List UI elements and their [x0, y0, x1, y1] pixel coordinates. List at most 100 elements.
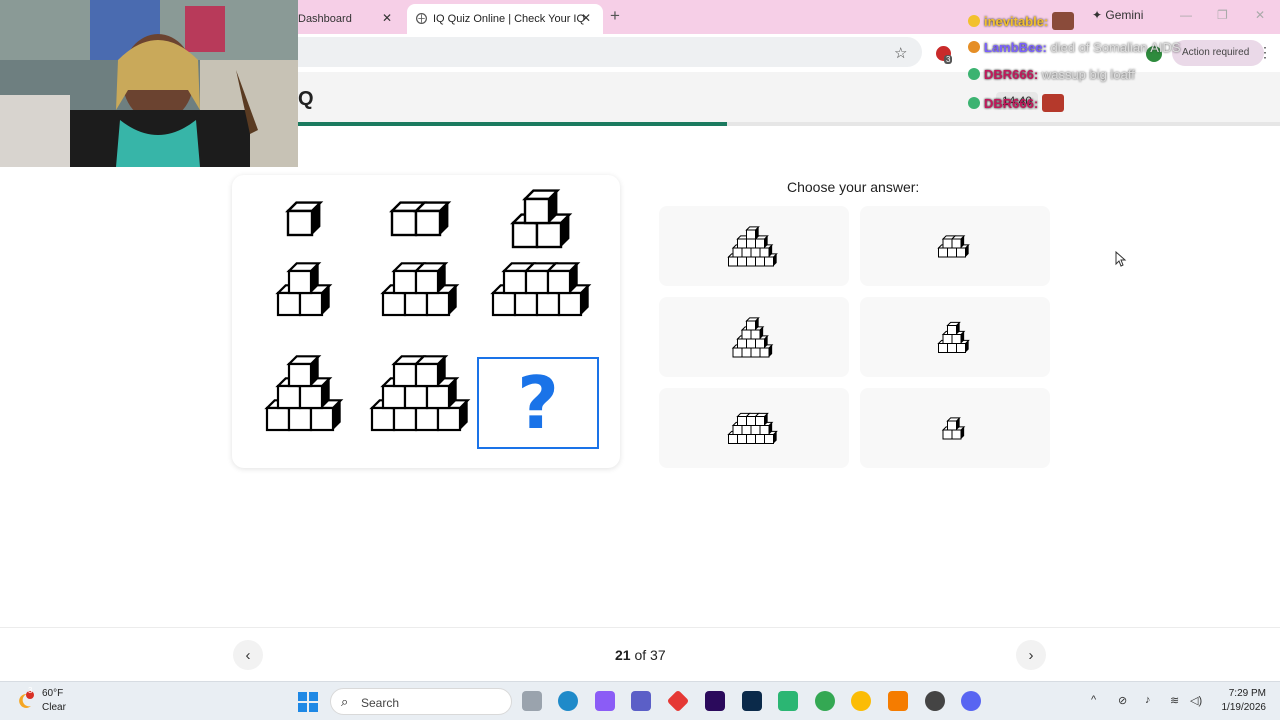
cube-face — [750, 425, 761, 435]
cube-face — [951, 429, 962, 440]
cube-face — [750, 347, 761, 358]
answer-option-4[interactable] — [860, 297, 1050, 377]
chat-badge-icon — [968, 68, 980, 80]
new-tab-button[interactable]: + — [610, 6, 620, 26]
cube-face — [951, 238, 962, 249]
answer-option-2[interactable] — [860, 206, 1050, 286]
chat-message: LambBee: died of Somalian AIDS — [968, 40, 1181, 55]
clock-date[interactable]: 1/19/2026 — [1212, 702, 1267, 713]
site-logo[interactable]: Q — [298, 88, 314, 111]
cube-face — [287, 406, 313, 432]
cube-figure — [731, 317, 774, 358]
cube-face — [746, 256, 756, 267]
cube-face — [746, 229, 756, 240]
cube-face — [732, 247, 743, 258]
task-view-icon[interactable] — [522, 691, 542, 711]
cube-stack — [727, 412, 778, 444]
clock-time[interactable]: 7:29 PM — [1226, 688, 1266, 699]
gemini-button[interactable]: ✦ Gemini — [1092, 8, 1143, 22]
cube-stack — [275, 262, 333, 317]
answer-option-5[interactable] — [659, 388, 849, 468]
tray-expand-icon[interactable]: ^ — [1091, 694, 1096, 706]
cube-face — [276, 291, 302, 317]
search-placeholder: Search — [361, 696, 400, 710]
cube-face — [265, 406, 291, 432]
counter-separator: of — [630, 647, 651, 663]
answer-option-3[interactable] — [659, 297, 849, 377]
cube-face — [746, 238, 756, 249]
extension-icon[interactable]: 3 — [936, 46, 953, 64]
cube-face — [381, 291, 407, 317]
cube-face — [502, 269, 528, 295]
capcut-icon[interactable] — [778, 691, 798, 711]
cube-face — [298, 291, 324, 317]
cube-face — [741, 347, 752, 358]
volume-icon[interactable]: ◁) — [1190, 694, 1202, 707]
cube-face — [741, 425, 752, 435]
discord-icon[interactable] — [961, 691, 981, 711]
microphone-icon[interactable]: ♪ — [1145, 694, 1151, 706]
wifi-icon[interactable]: ≋ — [1170, 694, 1179, 707]
app-red-icon[interactable] — [666, 689, 690, 713]
cube-face — [513, 291, 539, 317]
obs-icon[interactable] — [925, 691, 945, 711]
restore-icon[interactable]: ❐ — [1217, 8, 1228, 22]
cube-stack — [731, 317, 774, 358]
window-close-icon[interactable]: ✕ — [1255, 8, 1265, 22]
menu-kebab-icon[interactable]: ⋮ — [1258, 44, 1272, 61]
quiz-progress-fill — [298, 122, 728, 126]
question-mark-icon: ? — [517, 361, 559, 445]
cube-face — [938, 247, 948, 258]
cube-face — [947, 343, 957, 353]
cube-stack — [380, 262, 460, 317]
address-bar[interactable] — [298, 37, 922, 67]
teams-icon[interactable] — [631, 691, 651, 711]
network-off-icon[interactable]: ⊘ — [1118, 694, 1127, 707]
chat-text: died of Somalian AIDS — [1050, 40, 1181, 55]
cube-face — [737, 434, 747, 444]
action-required-button[interactable]: Action required — [1172, 40, 1264, 66]
cube-face — [746, 338, 756, 349]
cube-face — [535, 291, 561, 317]
photoshop-icon[interactable] — [742, 691, 762, 711]
next-question-button[interactable]: › — [1016, 640, 1046, 670]
copilot-icon[interactable] — [595, 691, 615, 711]
missing-answer-box: ? — [477, 357, 599, 449]
answer-option-1[interactable] — [659, 206, 849, 286]
cube-figure — [941, 417, 966, 440]
cube-face — [390, 209, 418, 237]
chat-username: DBR666 — [984, 67, 1034, 82]
cube-face — [414, 269, 440, 295]
previous-question-button[interactable]: ‹ — [233, 640, 263, 670]
bookmark-star-icon[interactable]: ☆ — [894, 44, 907, 62]
tab-dashboard[interactable]: Dashboard ✕ — [298, 4, 406, 34]
taskbar-search[interactable]: ⌕ Search — [330, 688, 512, 715]
chrome-profile-icon[interactable] — [815, 691, 835, 711]
tab-iq-quiz[interactable]: IQ Quiz Online | Check Your IQ ✕ — [407, 4, 603, 34]
cube-face — [491, 291, 517, 317]
cube-face — [557, 291, 583, 317]
screen: Dashboard ✕ IQ Quiz Online | Check Your … — [0, 0, 1280, 720]
edge-icon[interactable] — [558, 691, 578, 711]
chrome-icon[interactable] — [851, 691, 871, 711]
cube-face — [737, 238, 747, 249]
cube-face — [728, 434, 738, 444]
windows-start-icon[interactable] — [298, 692, 318, 712]
cube-face — [276, 384, 302, 410]
close-icon[interactable]: ✕ — [382, 11, 392, 25]
cube-face — [381, 384, 407, 410]
chat-text: wassup big loaff — [1041, 67, 1135, 82]
answer-option-6[interactable] — [860, 388, 1050, 468]
puzzle-card: ? — [232, 175, 620, 468]
premiere-icon[interactable] — [705, 691, 725, 711]
chevron-left-icon: ‹ — [245, 646, 251, 664]
webcam-overlay — [0, 0, 298, 167]
chat-username: inevitable — [984, 14, 1044, 29]
close-icon[interactable]: ✕ — [581, 11, 591, 25]
cube-face — [392, 406, 418, 432]
minimize-icon[interactable]: — — [1180, 8, 1192, 22]
chat-username: DBR666 — [984, 96, 1034, 111]
cube-figure — [727, 412, 778, 444]
cube-stack — [510, 189, 573, 249]
app-orange-icon[interactable] — [888, 691, 908, 711]
